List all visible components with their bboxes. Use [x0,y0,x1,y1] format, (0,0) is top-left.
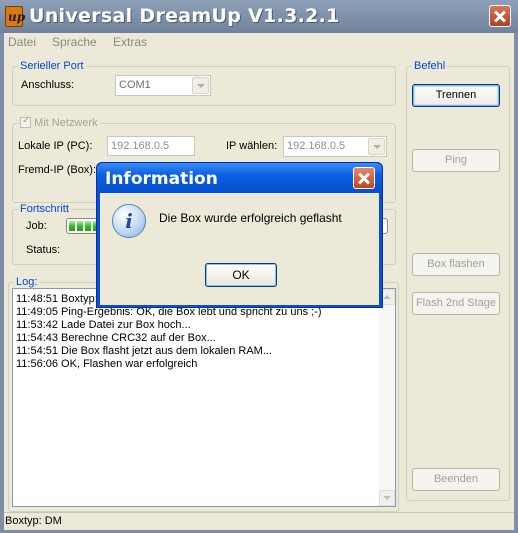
dialog-message: Die Box wurde erfolgreich geflasht [159,211,342,225]
log-line: 11:48:51 Boxtyp: [16,293,98,305]
app-window: up Universal DreamUp V1.3.2.1 Datei Spra… [0,0,518,533]
log-textarea[interactable]: 11:48:51 Boxtyp: 11:49:05 Ping-Ergebnis:… [12,288,396,507]
flash-2nd-stage-button[interactable]: Flash 2nd Stage [412,292,500,315]
network-checkbox-label: Mit Netzwerk [34,117,98,129]
local-ip-field[interactable]: 192.168.0.5 [107,136,195,156]
menu-sprache[interactable]: Sprache [52,35,97,49]
title-bar[interactable]: up Universal DreamUp V1.3.2.1 [0,0,518,33]
progress-legend: Fortschritt [20,203,69,215]
job-label: Job: [26,220,47,232]
log-line: 11:56:06 OK, Flashen war erfolgreich [16,358,198,370]
scroll-down-icon[interactable] [379,490,395,506]
dialog-title: Information [105,169,218,189]
foreign-ip-label: Fremd-IP (Box): [18,164,97,176]
information-dialog: Information i Die Box wurde erfolgreich … [96,162,383,308]
menu-bar: Datei Sprache Extras [4,33,514,51]
app-logo-icon: up [5,6,26,27]
window-title: Universal DreamUp V1.3.2.1 [29,5,340,27]
local-ip-label: Lokale IP (PC): [18,140,93,152]
window-close-button[interactable] [489,5,511,27]
select-ip-combo[interactable]: 192.168.0.5 [283,136,387,157]
progress-segment [85,221,91,231]
dialog-body: i Die Box wurde erfolgreich geflasht OK [100,193,379,305]
port-label: Anschluss: [21,79,75,91]
port-select-value: COM1 [119,79,151,91]
close-icon [354,168,374,188]
progress-segment [69,221,75,231]
log-line: 11:53:42 Lade Datei zur Box hoch... [16,319,191,331]
select-ip-value: 192.168.0.5 [287,140,346,152]
log-line: 11:54:43 Berechne CRC32 auf der Box... [16,332,216,344]
ok-button[interactable]: OK [205,263,277,287]
status-bar: Boxtyp: DM [4,512,514,530]
select-ip-label: IP wählen: [226,140,278,152]
close-icon [490,6,510,26]
quit-button[interactable]: Beenden [412,468,500,491]
menu-datei[interactable]: Datei [8,35,36,49]
log-line: 11:54:51 Die Box flasht jetzt aus dem lo… [16,345,272,357]
serial-port-legend: Serieller Port [20,60,84,72]
app-logo-text: up [8,10,26,24]
dialog-close-button[interactable] [353,167,375,189]
chevron-down-icon[interactable] [368,138,385,155]
network-legend: ✓ Mit Netzwerk [18,115,100,129]
log-scrollbar[interactable] [379,289,395,506]
info-icon: i [112,204,146,238]
progress-segment [77,221,83,231]
status-label: Status: [26,244,61,256]
log-legend: Log: [16,276,38,288]
menu-extras[interactable]: Extras [113,35,147,49]
network-checkbox[interactable]: ✓ [20,115,31,128]
command-group: Befehl [406,60,510,501]
checkmark-icon: ✓ [22,115,31,126]
flash-box-button[interactable]: Box flashen [412,253,500,276]
ping-button[interactable]: Ping [412,149,500,172]
port-select[interactable]: COM1 [115,75,211,96]
status-text: Boxtyp: DM [5,515,62,527]
disconnect-button[interactable]: Trennen [412,84,500,107]
local-ip-value: 192.168.0.5 [111,140,170,152]
dialog-title-bar[interactable]: Information [97,163,382,193]
chevron-down-icon[interactable] [192,77,209,94]
command-legend: Befehl [414,60,446,72]
